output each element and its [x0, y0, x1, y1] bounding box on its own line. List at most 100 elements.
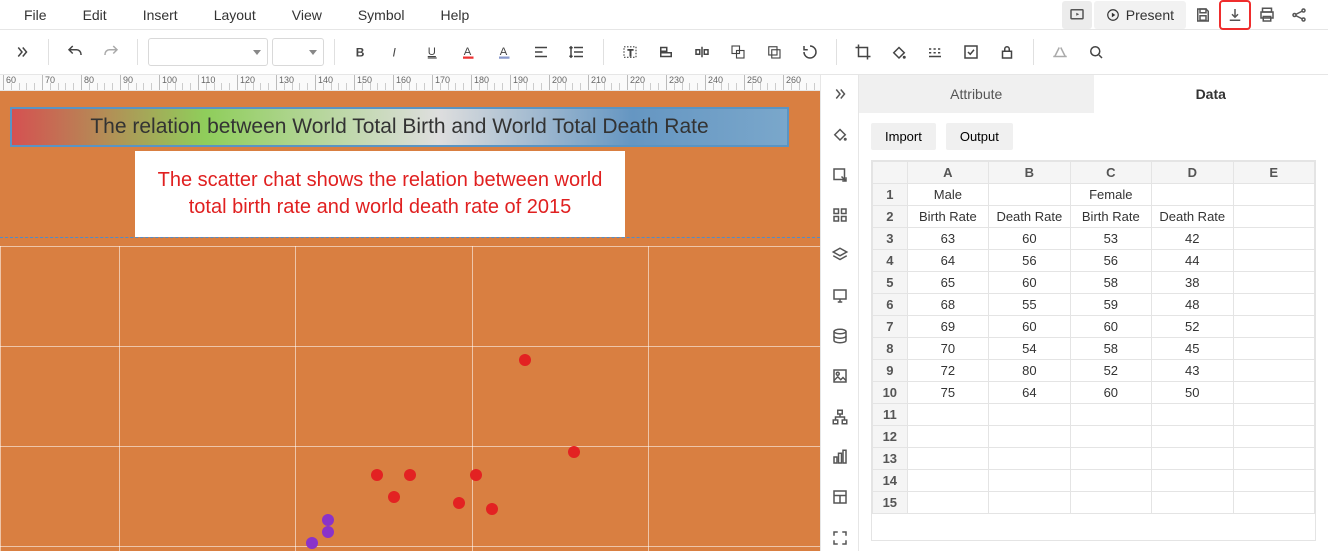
print-button[interactable] [1252, 1, 1282, 29]
row-header[interactable]: 12 [873, 426, 908, 448]
cell[interactable] [1233, 338, 1315, 360]
cell[interactable] [989, 470, 1070, 492]
cell[interactable]: 64 [989, 382, 1070, 404]
table-row[interactable]: 565605838 [873, 272, 1315, 294]
fill-color-button[interactable] [883, 36, 915, 68]
data-sheet[interactable]: ABCDE1MaleFemale2Birth RateDeath RateBir… [871, 160, 1316, 541]
cell[interactable]: 70 [907, 338, 988, 360]
cell[interactable] [1152, 426, 1233, 448]
table-row[interactable]: 14 [873, 470, 1315, 492]
cell[interactable] [907, 448, 988, 470]
menu-view[interactable]: View [274, 3, 340, 27]
slide[interactable]: The relation between World Total Birth a… [0, 91, 820, 551]
cell[interactable]: Birth Rate [907, 206, 988, 228]
cell[interactable] [1070, 404, 1151, 426]
cell[interactable] [1233, 360, 1315, 382]
table-row[interactable]: 13 [873, 448, 1315, 470]
cell[interactable] [1152, 448, 1233, 470]
cell[interactable] [1233, 448, 1315, 470]
checkbox-button[interactable] [955, 36, 987, 68]
cell[interactable]: Death Rate [1152, 206, 1233, 228]
panel-layout-icon[interactable] [826, 484, 854, 510]
menu-insert[interactable]: Insert [125, 3, 196, 27]
cell[interactable] [1233, 404, 1315, 426]
cell[interactable] [907, 492, 988, 514]
cell[interactable] [1070, 448, 1151, 470]
save-button[interactable] [1188, 1, 1218, 29]
cell[interactable]: 53 [1070, 228, 1151, 250]
cell[interactable]: 56 [989, 250, 1070, 272]
cell[interactable]: 54 [989, 338, 1070, 360]
table-row[interactable]: 1075646050 [873, 382, 1315, 404]
cell[interactable]: 50 [1152, 382, 1233, 404]
cell[interactable] [1233, 382, 1315, 404]
row-header[interactable]: 5 [873, 272, 908, 294]
table-row[interactable]: 11 [873, 404, 1315, 426]
cell[interactable]: 59 [1070, 294, 1151, 316]
slide-subtitle-box[interactable]: The scatter chat shows the relation betw… [135, 151, 625, 237]
scatter-chart[interactable] [0, 246, 820, 551]
underline-button[interactable]: U [417, 36, 449, 68]
row-header[interactable]: 10 [873, 382, 908, 404]
font-size-select[interactable] [272, 38, 324, 66]
row-header[interactable]: 6 [873, 294, 908, 316]
cell[interactable]: 52 [1152, 316, 1233, 338]
col-header[interactable]: A [907, 162, 988, 184]
table-row[interactable]: 1MaleFemale [873, 184, 1315, 206]
cell[interactable] [1233, 316, 1315, 338]
undo-button[interactable] [59, 36, 91, 68]
hierarchy-icon[interactable] [826, 404, 854, 430]
table-row[interactable]: 870545845 [873, 338, 1315, 360]
cell[interactable] [989, 448, 1070, 470]
row-header[interactable]: 1 [873, 184, 908, 206]
cell[interactable] [907, 404, 988, 426]
cell[interactable] [1152, 492, 1233, 514]
cell[interactable] [1233, 492, 1315, 514]
align-object-button[interactable] [650, 36, 682, 68]
bold-button[interactable]: B [345, 36, 377, 68]
presentation-icon[interactable] [826, 283, 854, 309]
cell[interactable] [989, 426, 1070, 448]
text-align-button[interactable] [525, 36, 557, 68]
import-button[interactable]: Import [871, 123, 936, 150]
fit-icon[interactable] [826, 525, 854, 551]
cell[interactable] [1152, 470, 1233, 492]
cell[interactable] [1152, 184, 1233, 206]
layers-icon[interactable] [826, 242, 854, 268]
cell[interactable]: Birth Rate [1070, 206, 1151, 228]
menu-file[interactable]: File [6, 3, 65, 27]
cell[interactable] [907, 426, 988, 448]
cell[interactable] [989, 492, 1070, 514]
options-button[interactable] [1044, 36, 1076, 68]
collapse-panel-button[interactable] [826, 81, 854, 107]
cell[interactable]: 42 [1152, 228, 1233, 250]
cell[interactable]: 60 [1070, 382, 1151, 404]
cell[interactable]: 69 [907, 316, 988, 338]
highlight-button[interactable]: A [489, 36, 521, 68]
cell[interactable]: Death Rate [989, 206, 1070, 228]
cell[interactable] [1233, 206, 1315, 228]
row-header[interactable]: 7 [873, 316, 908, 338]
col-header[interactable]: E [1233, 162, 1315, 184]
output-button[interactable]: Output [946, 123, 1013, 150]
table-row[interactable]: 12 [873, 426, 1315, 448]
cell[interactable]: 75 [907, 382, 988, 404]
distribute-button[interactable] [686, 36, 718, 68]
table-row[interactable]: 2Birth RateDeath RateBirth RateDeath Rat… [873, 206, 1315, 228]
cell[interactable]: 64 [907, 250, 988, 272]
italic-button[interactable]: I [381, 36, 413, 68]
tab-data[interactable]: Data [1094, 75, 1328, 113]
col-header[interactable]: C [1070, 162, 1151, 184]
table-row[interactable]: 972805243 [873, 360, 1315, 382]
cell[interactable]: 60 [1070, 316, 1151, 338]
font-family-select[interactable] [148, 38, 268, 66]
row-header[interactable]: 3 [873, 228, 908, 250]
chart-type-icon[interactable] [826, 444, 854, 470]
slideshow-settings-button[interactable] [1062, 1, 1092, 29]
table-row[interactable]: 15 [873, 492, 1315, 514]
row-header[interactable]: 4 [873, 250, 908, 272]
cell[interactable]: 38 [1152, 272, 1233, 294]
cell[interactable]: 43 [1152, 360, 1233, 382]
menu-help[interactable]: Help [423, 3, 488, 27]
cell[interactable] [1152, 404, 1233, 426]
